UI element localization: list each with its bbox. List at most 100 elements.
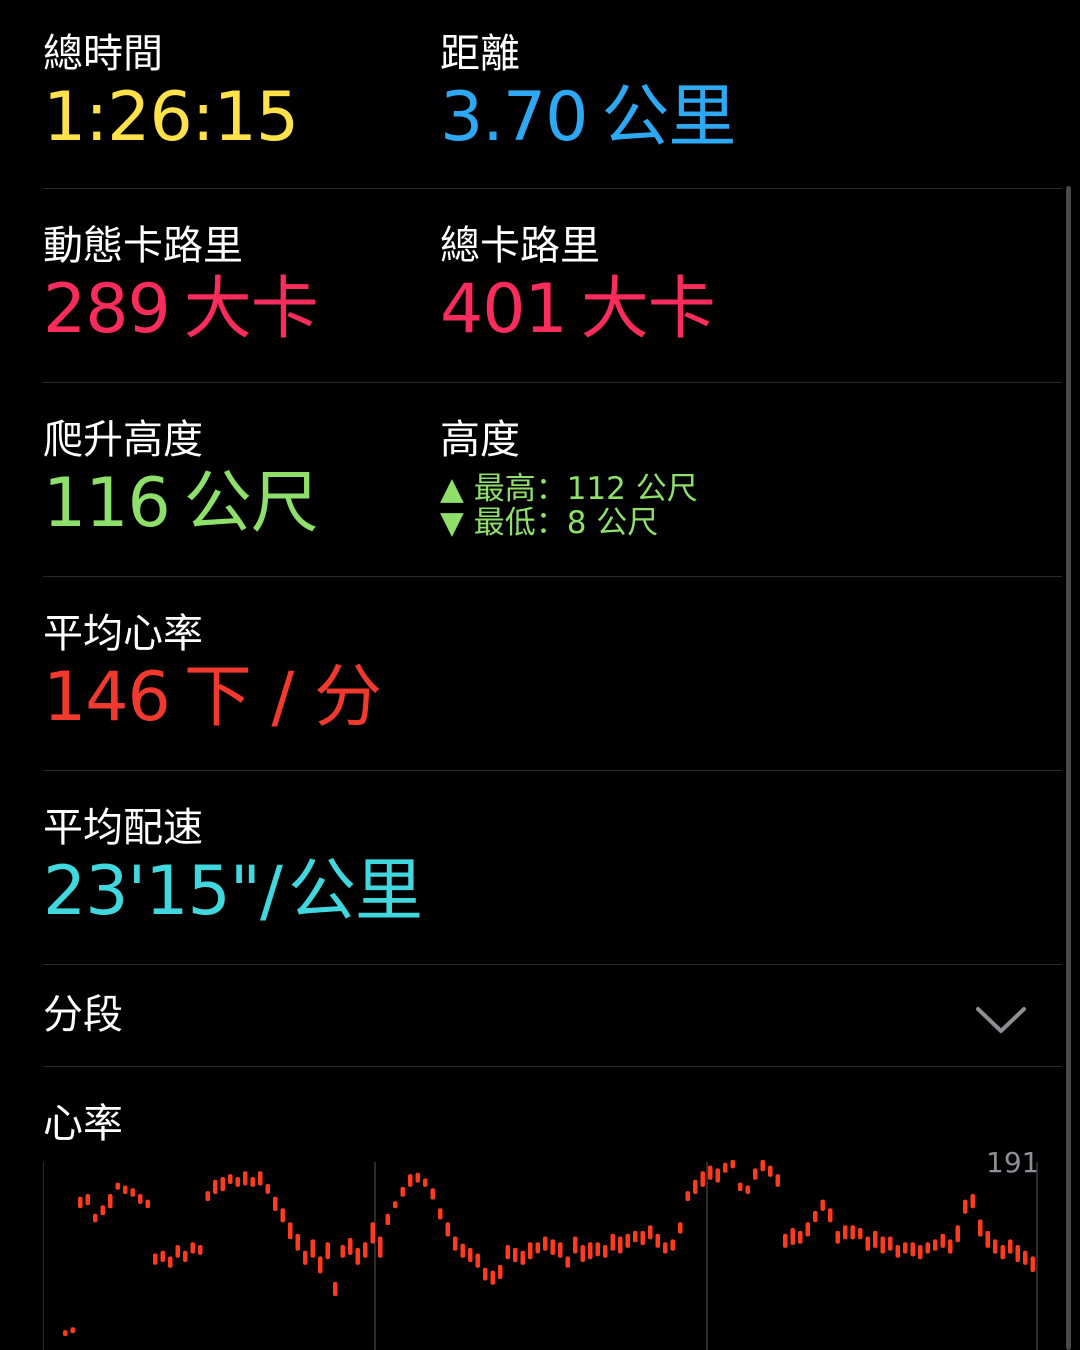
heart-rate-bar <box>378 1236 383 1258</box>
splits-label: 分段 <box>43 992 123 1038</box>
heart-rate-bar <box>865 1236 870 1251</box>
heart-rate-bar <box>93 1213 98 1223</box>
heart-rate-bar <box>363 1242 368 1258</box>
heart-rate-bar <box>633 1230 638 1243</box>
total-calories-metric: 總卡路里 401 大卡 <box>440 222 716 350</box>
heart-rate-bar <box>460 1243 465 1258</box>
heart-rate-bar <box>505 1245 510 1260</box>
heart-rate-bar <box>1030 1256 1035 1272</box>
splits-row[interactable]: 分段 <box>43 965 1062 1065</box>
heart-rate-bar <box>580 1245 585 1262</box>
active-calories-label: 動態卡路里 <box>43 223 243 269</box>
heart-rate-bar <box>303 1250 308 1265</box>
heart-rate-bar <box>400 1186 405 1197</box>
distance-unit: 公里 <box>601 78 736 157</box>
total-calories-label: 總卡路里 <box>440 223 600 269</box>
heart-rate-bar <box>115 1182 120 1190</box>
heart-rate-bar <box>85 1194 90 1206</box>
heart-rate-bar <box>228 1174 233 1184</box>
heart-rate-bar <box>160 1250 165 1262</box>
heart-rate-bar <box>408 1174 413 1187</box>
heart-rate-bar <box>63 1330 68 1337</box>
elevation-min: ▼ 最低：8 公尺 <box>440 505 659 541</box>
heart-rate-bar <box>273 1196 278 1211</box>
divider <box>43 576 1062 577</box>
elevation-gain-value: 116 <box>43 464 171 543</box>
heart-rate-bar <box>198 1245 203 1255</box>
heart-rate-bar <box>573 1236 578 1254</box>
active-calories-unit: 大卡 <box>183 270 319 349</box>
heart-rate-bar <box>775 1174 780 1187</box>
heart-rate-bar <box>558 1242 563 1258</box>
heart-rate-bar <box>730 1159 735 1169</box>
heart-rate-bar <box>918 1245 923 1260</box>
heart-rate-bar <box>1023 1250 1028 1265</box>
active-calories-metric: 動態卡路里 289 大卡 <box>43 222 319 350</box>
heart-rate-bar <box>603 1245 608 1258</box>
heart-rate-bar <box>78 1196 83 1209</box>
heart-rate-bar <box>843 1225 848 1240</box>
elevation-max: ▲ 最高：112 公尺 <box>440 471 698 507</box>
heart-rate-bar <box>325 1242 330 1260</box>
heart-rate-bar <box>243 1171 248 1186</box>
heart-rate-bar <box>588 1242 593 1260</box>
elevation-metric: 高度 ▲ 最高：112 公尺 ▼ 最低：8 公尺 <box>440 416 698 540</box>
total-time-label: 總時間 <box>43 31 163 77</box>
heart-rate-bar <box>993 1239 998 1254</box>
heart-rate-bar <box>903 1242 908 1254</box>
heart-rate-bar <box>183 1250 188 1262</box>
heart-rate-bar <box>108 1194 113 1209</box>
heart-rate-bar <box>145 1199 150 1209</box>
heart-rate-bar <box>648 1225 653 1240</box>
elevation-label: 高度 <box>440 417 520 463</box>
heart-rate-bar <box>933 1239 938 1251</box>
heart-rate-bar <box>318 1256 323 1274</box>
heart-rate-bar <box>940 1233 945 1248</box>
heart-rate-bar <box>595 1242 600 1257</box>
heart-rate-bar <box>438 1208 443 1220</box>
divider <box>43 382 1062 383</box>
heart-rate-bar <box>708 1165 713 1180</box>
total-calories-unit: 大卡 <box>580 270 716 349</box>
avg-pace-label: 平均配速 <box>43 805 203 851</box>
heart-rate-bar <box>625 1233 630 1248</box>
heart-rate-bar <box>70 1327 75 1334</box>
heart-rate-bar <box>280 1208 285 1223</box>
heart-rate-bar <box>970 1194 975 1209</box>
heart-rate-bar <box>1000 1245 1005 1260</box>
heart-rate-bar <box>798 1230 803 1244</box>
avg-heart-rate-label: 平均心率 <box>43 611 203 657</box>
avg-heart-rate-unit: 下 / 分 <box>183 658 382 737</box>
heart-rate-chart <box>43 1159 1038 1350</box>
elevation-gain-metric: 爬升高度 116 公尺 <box>43 416 319 544</box>
heart-rate-bar <box>738 1182 743 1192</box>
heart-rate-bar <box>955 1225 960 1243</box>
heart-rate-bar <box>123 1185 128 1194</box>
heart-rate-bar <box>483 1267 488 1281</box>
heart-rate-bar <box>490 1270 495 1285</box>
heart-rate-bar <box>978 1219 983 1237</box>
heart-rate-bar <box>168 1256 173 1268</box>
heart-rate-bar <box>468 1247 473 1263</box>
heart-rate-bar <box>858 1228 863 1240</box>
heart-rate-bar <box>385 1213 390 1226</box>
heart-rate-bar <box>685 1191 690 1201</box>
heart-rate-bar <box>813 1211 818 1223</box>
heart-rate-bar <box>423 1178 428 1187</box>
heart-rate-bar <box>370 1222 375 1244</box>
heart-rate-bar <box>498 1264 503 1280</box>
heart-rate-bar <box>565 1256 570 1268</box>
heart-rate-bar <box>925 1242 930 1254</box>
scrollbar[interactable] <box>1066 186 1071 1350</box>
heart-rate-bar <box>535 1242 540 1254</box>
heart-rate-bar <box>835 1230 840 1244</box>
chevron-down-icon[interactable] <box>975 1005 1027 1035</box>
heart-rate-bar <box>310 1239 315 1258</box>
heart-rate-bar <box>550 1239 555 1255</box>
total-time-value: 1:26:15 <box>43 78 299 157</box>
heart-rate-bar <box>783 1233 788 1248</box>
divider <box>43 188 1062 189</box>
divider <box>43 1066 1062 1067</box>
heart-rate-bar <box>235 1177 240 1187</box>
heart-rate-bar <box>790 1228 795 1245</box>
